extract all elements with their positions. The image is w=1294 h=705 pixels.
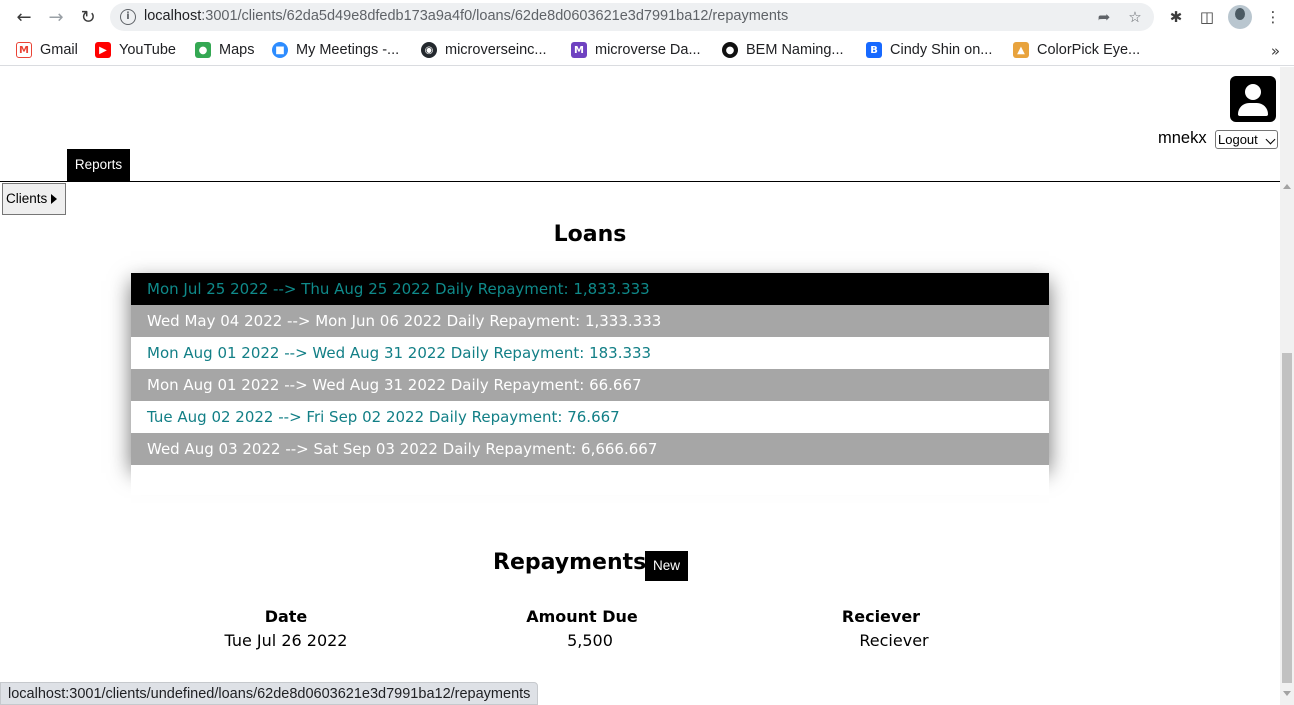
bookmark-zoom[interactable]: ■ My Meetings -... [272, 40, 399, 60]
extensions-puzzle-icon[interactable]: ✱ [1165, 6, 1187, 28]
gmail-icon: M [16, 42, 32, 58]
bookmark-github[interactable]: ◉ microverseinc... [421, 40, 547, 60]
repayments-heading: Repayments [493, 550, 647, 575]
behance-icon: B [866, 42, 882, 58]
clients-toggle-button[interactable]: Clients [2, 183, 66, 215]
loans-list: Mon Jul 25 2022 --> Thu Aug 25 2022 Dail… [131, 273, 1049, 465]
bookmark-label: Maps [219, 42, 255, 58]
bookmark-colorpick[interactable]: ▲ ColorPick Eye... [1013, 40, 1140, 60]
bookmark-microverse[interactable]: Mmicroverse Da... [571, 40, 701, 60]
bookmark-maps[interactable]: ● Maps [195, 40, 254, 60]
microverse-icon: M [571, 42, 587, 58]
column-header-amount-due: Amount Due [526, 607, 638, 626]
scroll-down-arrow-icon[interactable] [1283, 691, 1291, 696]
loans-heading: Loans [553, 222, 627, 247]
logout-select-value: Logout [1218, 132, 1258, 147]
bookmark-behance[interactable]: B Cindy Shin on... [866, 40, 992, 60]
bookmark-label: ColorPick Eye... [1037, 42, 1141, 58]
loans-list-footer [131, 465, 1049, 495]
caret-right-icon [51, 194, 57, 204]
clients-button-label: Clients [6, 191, 48, 206]
reload-icon[interactable]: ↻ [76, 5, 100, 29]
bookmark-label: BEM Naming... [746, 42, 844, 58]
bookmark-label: YouTube [119, 42, 176, 58]
url-host: localhost [144, 8, 202, 24]
username-label: mnekx [1158, 129, 1207, 147]
header-divider [0, 181, 1280, 182]
column-header-reciever: Reciever [841, 607, 921, 626]
loan-item[interactable]: Mon Aug 01 2022 --> Wed Aug 31 2022 Dail… [131, 337, 1049, 369]
bem-icon: ● [722, 42, 738, 58]
logout-select[interactable]: Logout [1215, 130, 1278, 149]
bookmark-label: Gmail [40, 42, 78, 58]
bookmark-youtube[interactable]: ▶ YouTube [95, 40, 176, 60]
bookmark-label: Cindy Shin on... [890, 42, 993, 58]
more-menu-icon[interactable]: ⋮ [1262, 6, 1284, 28]
reports-button[interactable]: Reports [67, 149, 130, 181]
loan-item[interactable]: Wed May 04 2022 --> Mon Jun 06 2022 Dail… [131, 305, 1049, 337]
url-path: :3001/clients/62da5d49e8dfedb173a9a4f0/l… [201, 8, 789, 24]
bookmark-gmail[interactable]: M Gmail [16, 40, 78, 60]
bookmarks-overflow-icon[interactable]: » [1271, 42, 1280, 60]
bookmark-label: microverse Da... [595, 42, 701, 58]
url-text[interactable]: localhost:3001/clients/62da5d49e8dfedb17… [144, 8, 788, 24]
browser-toolbar: ← → ↻ i localhost:3001/clients/62da5d49e… [0, 0, 1294, 34]
repayment-reciever-cell: Reciever [859, 631, 929, 650]
user-body-shape [1238, 103, 1268, 116]
chevron-down-icon [1265, 134, 1276, 145]
profile-avatar-icon[interactable] [1228, 5, 1252, 29]
page-content: mnekx Logout Reports Clients Loans Mon J… [0, 67, 1280, 705]
scrollbar-thumb[interactable] [1282, 353, 1292, 683]
share-icon[interactable]: ➦ [1094, 7, 1114, 27]
user-head-shape [1245, 84, 1261, 100]
user-profile-icon[interactable] [1230, 76, 1276, 122]
repayment-amount-cell: 5,500 [567, 631, 613, 650]
loan-item[interactable]: Tue Aug 02 2022 --> Fri Sep 02 2022 Dail… [131, 401, 1049, 433]
loan-item[interactable]: Wed Aug 03 2022 --> Sat Sep 03 2022 Dail… [131, 433, 1049, 465]
youtube-icon: ▶ [95, 42, 111, 58]
repayment-date-cell: Tue Jul 26 2022 [224, 631, 348, 650]
bookmarks-bar: M Gmail ▶ YouTube ● Maps ■ My Meetings -... … [0, 34, 1294, 66]
colorpick-icon: ▲ [1013, 42, 1029, 58]
github-icon: ◉ [421, 42, 437, 58]
column-header-date: Date [264, 607, 308, 626]
address-bar[interactable]: i localhost:3001/clients/62da5d49e8dfedb… [110, 3, 1154, 31]
bookmark-star-icon[interactable]: ☆ [1125, 7, 1145, 27]
scroll-up-arrow-icon[interactable] [1283, 184, 1291, 189]
maps-icon: ● [195, 42, 211, 58]
side-panel-icon[interactable]: ◫ [1196, 6, 1218, 28]
link-status-bar: localhost:3001/clients/undefined/loans/6… [0, 682, 539, 705]
back-arrow-icon[interactable]: ← [12, 5, 36, 29]
bookmark-label: My Meetings -... [296, 42, 400, 58]
new-repayment-button[interactable]: New [645, 551, 688, 581]
forward-arrow-icon[interactable]: → [44, 5, 68, 29]
site-info-icon[interactable]: i [120, 9, 136, 25]
loan-item[interactable]: Mon Jul 25 2022 --> Thu Aug 25 2022 Dail… [131, 273, 1049, 305]
bookmark-label: microverseinc... [445, 42, 547, 58]
page-scrollbar[interactable] [1280, 67, 1294, 705]
zoom-icon: ■ [272, 42, 288, 58]
bookmark-bem[interactable]: ● BEM Naming... [722, 40, 844, 60]
loan-item[interactable]: Mon Aug 01 2022 --> Wed Aug 31 2022 Dail… [131, 369, 1049, 401]
